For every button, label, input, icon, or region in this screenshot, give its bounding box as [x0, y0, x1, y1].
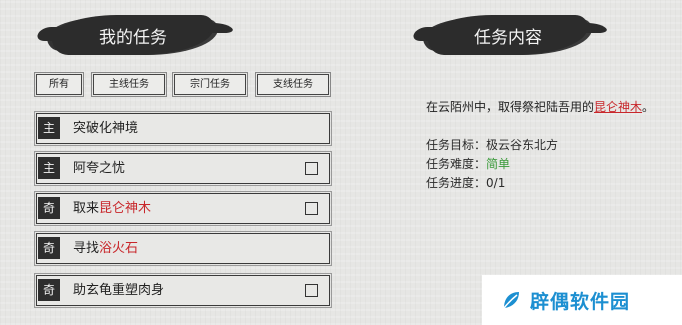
- track-checkbox[interactable]: [305, 202, 318, 215]
- quest-type-badge: 奇: [38, 197, 60, 219]
- quest-item-highlight: 浴火石: [99, 241, 139, 256]
- tab-main-quests[interactable]: 主线任务: [91, 72, 167, 97]
- quest-details-header: 任务内容: [428, 15, 588, 55]
- my-quests-header: 我的任务: [52, 15, 214, 55]
- quest-type-badge: 奇: [38, 279, 60, 301]
- quest-row[interactable]: 奇 取来昆仑神木: [34, 191, 332, 226]
- quest-title: 寻找浴火石: [73, 241, 139, 256]
- quest-difficulty-label: 任务难度：: [426, 157, 487, 171]
- quest-type-badge: 主: [38, 117, 60, 139]
- track-checkbox[interactable]: [305, 284, 318, 297]
- quest-type-badge: 主: [38, 157, 60, 179]
- track-checkbox[interactable]: [305, 162, 318, 175]
- quest-row[interactable]: 奇 助玄龟重塑肉身: [34, 273, 332, 308]
- quest-difficulty: 任务难度：简单: [426, 155, 510, 172]
- tab-sect-quests[interactable]: 宗门任务: [172, 72, 248, 97]
- quest-row[interactable]: 奇 寻找浴火石: [34, 231, 332, 266]
- quest-title: 取来昆仑神木: [73, 201, 152, 216]
- quest-title: 突破化神境: [73, 121, 139, 136]
- quest-progress: 任务进度：0/1: [426, 174, 505, 191]
- quest-target: 任务目标：极云谷东北方: [426, 136, 558, 153]
- quest-row[interactable]: 主 阿夸之忧: [34, 151, 332, 186]
- my-quests-title: 我的任务: [99, 27, 167, 48]
- site-watermark: 辟偶软件园: [482, 275, 682, 325]
- quest-title: 阿夸之忧: [73, 161, 126, 176]
- quest-progress-value: 0/1: [486, 176, 506, 190]
- quest-description: 在云陌州中，取得祭祀陆吾用的昆仑神木。: [426, 100, 655, 114]
- tab-side-quests[interactable]: 支线任务: [255, 72, 331, 97]
- quest-target-label: 任务目标：: [426, 138, 487, 152]
- quest-target-value: 极云谷东北方: [486, 138, 559, 152]
- quest-difficulty-value: 简单: [486, 157, 511, 171]
- quest-item-highlight: 昆仑神木: [99, 201, 152, 216]
- quest-item-link[interactable]: 昆仑神木: [594, 100, 642, 114]
- quest-progress-label: 任务进度：: [426, 176, 487, 190]
- watermark-text: 辟偶软件园: [530, 290, 631, 313]
- tab-all[interactable]: 所有: [34, 72, 84, 97]
- leaf-logo-icon: [503, 292, 519, 309]
- quest-title: 助玄龟重塑肉身: [73, 283, 165, 298]
- quest-type-badge: 奇: [38, 237, 60, 259]
- quest-details-title: 任务内容: [474, 27, 542, 48]
- quest-row[interactable]: 主 突破化神境: [34, 111, 332, 146]
